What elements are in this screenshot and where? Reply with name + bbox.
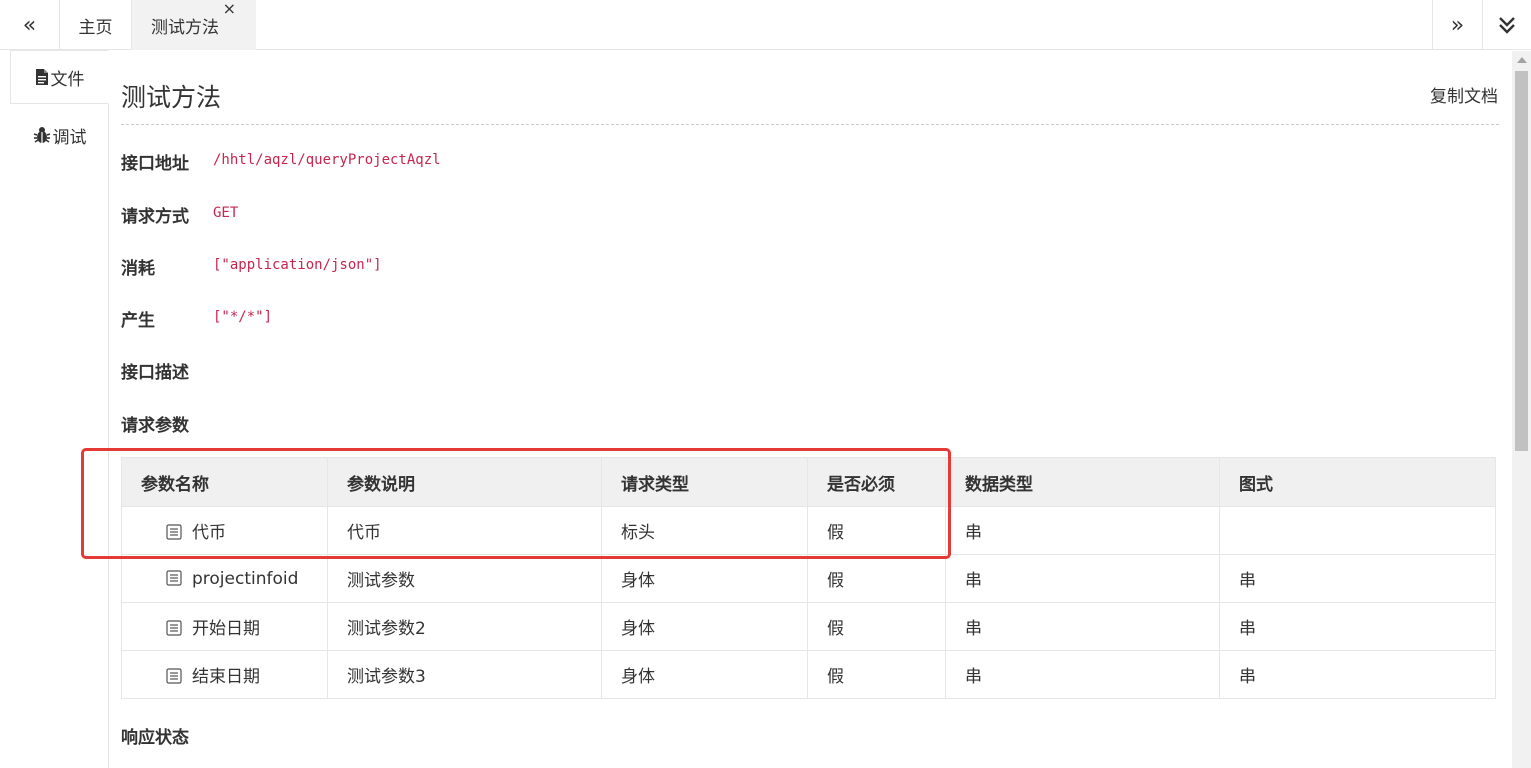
scroll-up-arrow-icon[interactable] [1517, 57, 1527, 63]
side-tab-document[interactable]: 文件 [10, 50, 109, 104]
table-row: 开始日期 测试参数2 身体 假 串 串 [121, 602, 1496, 651]
param-name: 开始日期 [192, 619, 260, 639]
column-header-param-desc: 参数说明 [327, 457, 602, 507]
scroll-tabs-left-button[interactable]: « [0, 0, 60, 50]
tab-home-label: 主页 [78, 17, 113, 38]
scrollbar-thumb[interactable] [1515, 71, 1528, 451]
tab-menu-button[interactable] [1482, 0, 1531, 50]
request-params-table: 参数名称 参数说明 请求类型 是否必须 数据类型 图式 代币 代币 标头 假 串… [121, 457, 1496, 699]
param-data-type: 串 [945, 602, 1220, 651]
column-header-param-name: 参数名称 [121, 457, 328, 507]
bug-icon [33, 127, 50, 143]
api-url-label: 接口地址 [121, 154, 189, 174]
param-request-type: 身体 [601, 650, 808, 699]
tab-home[interactable]: 主页 [60, 0, 132, 50]
param-name-cell: 结束日期 [121, 650, 328, 699]
param-name-cell: 开始日期 [121, 602, 328, 651]
list-icon [166, 524, 182, 540]
list-icon [166, 569, 182, 586]
param-schema [1219, 506, 1496, 555]
double-chevron-left-icon: « [22, 12, 37, 38]
param-name: 代币 [192, 523, 226, 543]
table-header-row: 参数名称 参数说明 请求类型 是否必须 数据类型 图式 [121, 457, 1496, 507]
param-schema: 串 [1219, 602, 1496, 651]
param-name: projectinfoid [192, 568, 299, 589]
param-desc: 测试参数 [327, 554, 602, 603]
param-required: 假 [807, 554, 946, 603]
produces-label: 产生 [121, 311, 155, 331]
side-tab-debug[interactable]: 调试 [10, 108, 109, 162]
top-tab-bar: « 主页 测试方法 × » [0, 0, 1531, 50]
param-schema: 串 [1219, 650, 1496, 699]
table-row: 代币 代币 标头 假 串 [121, 506, 1496, 555]
param-name: 结束日期 [192, 667, 260, 687]
api-url-value: /hhtl/aqzl/queryProjectAqzl [213, 152, 441, 168]
side-tab-document-label: 文件 [50, 69, 85, 90]
title-divider [121, 124, 1499, 125]
param-desc: 测试参数2 [327, 602, 602, 651]
param-required: 假 [807, 506, 946, 555]
request-params-label: 请求参数 [121, 416, 189, 436]
close-icon[interactable]: × [223, 1, 236, 17]
vertical-scrollbar[interactable] [1512, 51, 1531, 768]
param-request-type: 身体 [601, 554, 808, 603]
param-required: 假 [807, 650, 946, 699]
table-row: projectinfoid 测试参数 身体 假 串 串 [121, 554, 1496, 603]
double-chevron-right-icon: » [1450, 12, 1465, 38]
file-text-icon [35, 69, 48, 85]
tab-test-method[interactable]: 测试方法 × [132, 0, 256, 50]
column-header-schema: 图式 [1219, 457, 1496, 507]
param-request-type: 身体 [601, 602, 808, 651]
api-description-label: 接口描述 [121, 363, 189, 383]
page-title: 测试方法 [121, 83, 222, 112]
list-icon [166, 668, 182, 684]
param-data-type: 串 [945, 506, 1220, 555]
consumes-label: 消耗 [121, 259, 155, 279]
param-data-type: 串 [945, 554, 1220, 603]
tab-test-method-label: 测试方法 [151, 17, 219, 38]
param-request-type: 标头 [601, 506, 808, 555]
copy-doc-button[interactable]: 复制文档 [1430, 82, 1498, 107]
column-header-required: 是否必须 [807, 457, 946, 507]
produces-value: ["*/*"] [213, 309, 273, 325]
request-method-value: GET [213, 205, 239, 221]
response-status-label: 响应状态 [121, 728, 189, 748]
table-row: 结束日期 测试参数3 身体 假 串 串 [121, 650, 1496, 699]
param-desc: 代币 [327, 506, 602, 555]
column-header-data-type: 数据类型 [945, 457, 1220, 507]
param-desc: 测试参数3 [327, 650, 602, 699]
api-doc-panel: 测试方法 复制文档 接口地址 /hhtl/aqzl/queryProjectAq… [109, 51, 1512, 768]
param-required: 假 [807, 602, 946, 651]
param-schema: 串 [1219, 554, 1496, 603]
list-icon [166, 620, 182, 636]
param-name-cell: 代币 [121, 506, 328, 555]
column-header-request-type: 请求类型 [601, 457, 808, 507]
side-tab-debug-label: 调试 [52, 127, 87, 148]
double-chevron-down-icon [1499, 17, 1515, 34]
param-name-cell: projectinfoid [121, 554, 328, 603]
param-data-type: 串 [945, 650, 1220, 699]
consumes-value: ["application/json"] [213, 257, 382, 273]
request-method-label: 请求方式 [121, 207, 189, 227]
scroll-tabs-right-button[interactable]: » [1432, 0, 1482, 50]
